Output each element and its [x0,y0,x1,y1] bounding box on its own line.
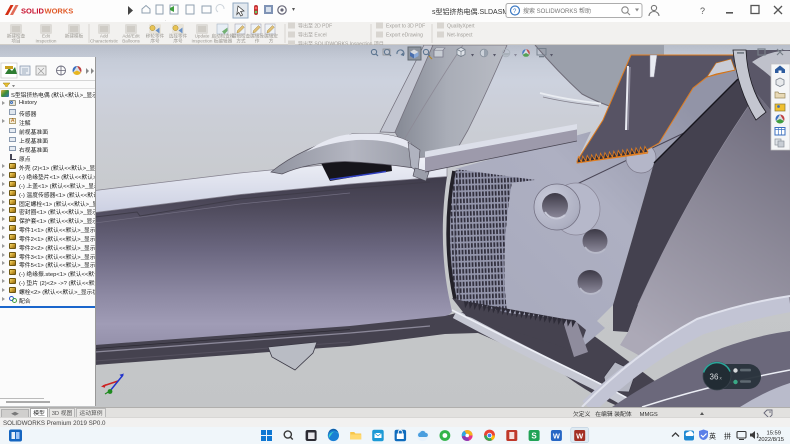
svg-text:序号: 序号 [150,38,160,45]
svg-text:导出至 2D PDF: 导出至 2D PDF [298,23,332,30]
svg-text:15:59: 15:59 [766,431,781,437]
svg-text:2022/8/15: 2022/8/15 [758,437,784,443]
svg-text:?: ? [700,6,705,16]
svg-text:Export to 3D PDF: Export to 3D PDF [386,24,425,30]
svg-text:Net-Inspect: Net-Inspect [447,33,473,39]
svg-text:项目: 项目 [11,39,20,45]
svg-text:作: 作 [255,38,260,45]
svg-text:QualityXpert: QualityXpert [447,24,475,30]
svg-text:Inspection: Inspection [192,39,213,44]
svg-text:导出至 Excel: 导出至 Excel [298,32,327,39]
svg-text:36: 36 [710,373,719,382]
svg-text:Balloons: Balloons [122,39,140,44]
svg-text:英: 英 [709,432,716,441]
svg-text:Characteristic: Characteristic [90,39,119,44]
svg-text:拼: 拼 [724,432,731,441]
svg-text:W: W [576,431,584,440]
svg-text:方式: 方式 [236,38,246,45]
svg-text:方: 方 [269,38,274,45]
svg-text:s型铝挤热电偶.SLDASM: s型铝挤热电偶.SLDASM [432,7,508,16]
svg-text:W: W [553,431,561,440]
svg-text:搜索 SOLIDWORKS 帮助: 搜索 SOLIDWORKS 帮助 [523,7,591,15]
svg-text:Export eDrawing: Export eDrawing [386,33,423,39]
svg-text:WORKS: WORKS [45,7,74,16]
svg-text:.: . [165,17,166,22]
svg-text:新建模板: 新建模板 [65,33,84,40]
svg-text:板编辑器: 板编辑器 [214,38,233,45]
svg-text:序号: 序号 [173,38,183,45]
svg-text:SOLID: SOLID [21,7,45,16]
svg-text:Inspection: Inspection [36,39,57,44]
svg-text:S: S [531,431,537,440]
